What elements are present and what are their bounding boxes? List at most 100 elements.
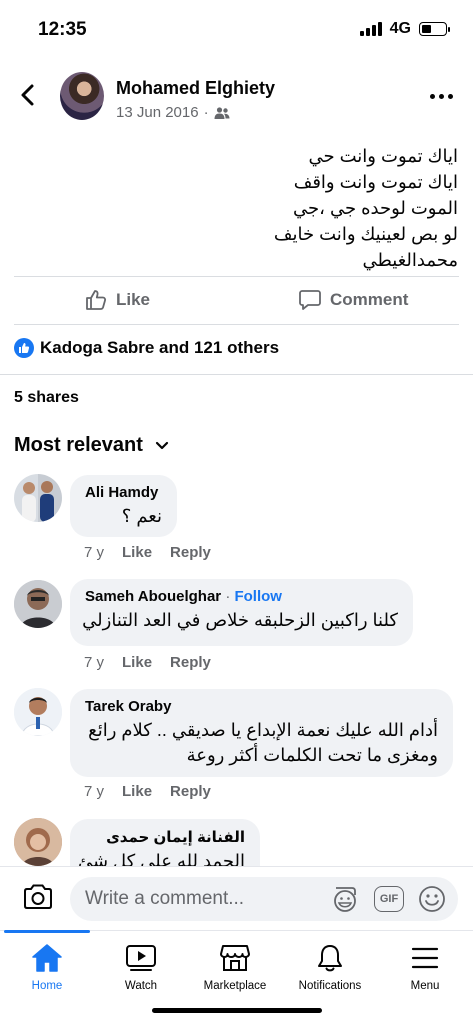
post-text: اياك تموت وانت حي اياك تموت وانت واقف ال… bbox=[18, 143, 458, 273]
tab-watch[interactable]: Watch bbox=[94, 931, 188, 1001]
friends-audience-icon[interactable] bbox=[214, 106, 230, 120]
post-author-name[interactable]: Mohamed Elghiety bbox=[116, 78, 275, 99]
more-dot-icon bbox=[439, 94, 444, 99]
gif-button[interactable]: GIF bbox=[374, 886, 404, 912]
post-header: Mohamed Elghiety 13 Jun 2016 · bbox=[0, 68, 473, 124]
emoji-icon[interactable] bbox=[418, 885, 446, 913]
tab-label: Home bbox=[31, 980, 63, 992]
post-text-line: محمدالغيطي bbox=[362, 250, 458, 270]
tab-home[interactable]: Home bbox=[0, 930, 94, 1001]
tab-label: Notifications bbox=[298, 980, 362, 992]
signal-icon bbox=[359, 22, 382, 36]
comment-bubble[interactable]: الفنانة إيمان حمدى الحمد لله على كل شئ bbox=[70, 819, 260, 866]
commenter-name[interactable]: Tarek Oraby bbox=[85, 698, 438, 715]
comment-like-button[interactable]: Like bbox=[122, 654, 152, 671]
divider bbox=[14, 276, 459, 277]
comment-text: كلنا راكبين الزحلبقه خلاص في العد التناز… bbox=[82, 610, 398, 630]
comment-bubble[interactable]: Sameh Abouelghar · Follow كلنا راكبين ال… bbox=[70, 579, 413, 646]
comment-placeholder: Write a comment... bbox=[85, 888, 245, 909]
reactions-summary[interactable]: Kadoga Sabre and 121 others bbox=[14, 338, 279, 358]
comment-text: نعم ؟ bbox=[121, 506, 162, 526]
bell-icon bbox=[318, 945, 342, 972]
marketplace-icon bbox=[220, 945, 250, 971]
menu-icon bbox=[411, 947, 439, 969]
comment-icon bbox=[299, 290, 321, 310]
comment-text: الحمد لله على كل شئ bbox=[77, 851, 245, 866]
comment-label: Comment bbox=[330, 290, 409, 309]
comment-age: 7 y bbox=[84, 783, 105, 800]
post-text-line: لو بص لعينيك وانت خايف bbox=[273, 224, 458, 244]
comment-meta: 7 y Like Reply bbox=[84, 544, 211, 561]
comment-text-line: ومغزى ما تحت الكلمات أكثر روعة bbox=[186, 745, 438, 765]
comment-like-button[interactable]: Like bbox=[122, 544, 152, 561]
commenter-name[interactable]: Ali Hamdy bbox=[85, 484, 162, 501]
reactions-text: Kadoga Sabre and 121 others bbox=[40, 338, 280, 357]
author-avatar[interactable] bbox=[60, 72, 104, 120]
tab-notifications[interactable]: Notifications bbox=[283, 931, 377, 1001]
commenter-avatar[interactable] bbox=[14, 818, 62, 866]
composer-tools: GIF bbox=[330, 884, 446, 914]
name-separator: · bbox=[225, 588, 231, 605]
commenter-name[interactable]: Sameh Abouelghar bbox=[85, 588, 221, 605]
tab-label: Watch bbox=[124, 980, 158, 992]
like-button[interactable]: Like bbox=[84, 288, 150, 312]
comment-reply-button[interactable]: Reply bbox=[170, 654, 211, 671]
network-type: 4G bbox=[389, 20, 411, 37]
tab-marketplace[interactable]: Marketplace bbox=[188, 931, 282, 1001]
comment-input[interactable]: Write a comment... GIF bbox=[70, 877, 458, 921]
comment-composer: Write a comment... GIF bbox=[0, 866, 473, 930]
camera-icon bbox=[24, 884, 52, 909]
post-meta: 13 Jun 2016 · bbox=[116, 104, 230, 121]
commenter-name-row: Sameh Abouelghar · Follow bbox=[85, 588, 398, 605]
more-dot-icon bbox=[430, 94, 435, 99]
tab-menu[interactable]: Menu bbox=[378, 931, 472, 1001]
sort-label: Most relevant bbox=[14, 434, 143, 456]
comment-button[interactable]: Comment bbox=[298, 288, 408, 312]
comment-age: 7 y bbox=[84, 654, 105, 671]
camera-button[interactable] bbox=[22, 883, 54, 916]
tab-label: Menu bbox=[410, 980, 440, 992]
commenter-avatar[interactable] bbox=[14, 580, 62, 628]
divider bbox=[0, 374, 473, 375]
post-date[interactable]: 13 Jun 2016 bbox=[116, 104, 199, 121]
comment-meta: 7 y Like Reply bbox=[84, 654, 211, 671]
more-options-button[interactable] bbox=[430, 94, 453, 99]
comment-meta: 7 y Like Reply bbox=[84, 783, 211, 800]
comment-text-line: أدام الله عليك نعمة الإبداع يا صديقي .. … bbox=[88, 720, 438, 740]
status-indicators: 4G bbox=[359, 20, 450, 38]
comment-age: 7 y bbox=[84, 544, 105, 561]
post-text-line: اياك تموت وانت حي bbox=[308, 146, 458, 166]
avatar-sticker-icon[interactable] bbox=[330, 884, 360, 914]
home-indicator bbox=[152, 1008, 322, 1013]
watch-icon bbox=[126, 945, 156, 971]
commenter-avatar[interactable] bbox=[14, 474, 62, 522]
follow-button[interactable]: Follow bbox=[234, 588, 282, 605]
thumbs-up-icon bbox=[86, 290, 107, 310]
comment-item: الفنانة إيمان حمدى الحمد لله على كل شئ bbox=[0, 818, 473, 866]
divider bbox=[14, 324, 459, 325]
home-icon bbox=[32, 944, 62, 972]
comment-bubble[interactable]: Tarek Oraby أدام الله عليك نعمة الإبداع … bbox=[70, 689, 453, 777]
status-time: 12:35 bbox=[38, 19, 87, 40]
meta-separator: · bbox=[203, 104, 209, 121]
tab-label: Marketplace bbox=[203, 980, 267, 992]
commenter-name[interactable]: الفنانة إيمان حمدى bbox=[85, 828, 245, 846]
post-text-line: الموت لوحده جي ،جي bbox=[293, 198, 458, 218]
comment-reply-button[interactable]: Reply bbox=[170, 783, 211, 800]
chevron-left-icon bbox=[21, 84, 34, 106]
battery-icon bbox=[419, 22, 450, 36]
like-reaction-icon bbox=[14, 338, 34, 358]
back-button[interactable] bbox=[16, 82, 40, 108]
gif-label: GIF bbox=[379, 893, 399, 905]
comment-bubble[interactable]: Ali Hamdy نعم ؟ bbox=[70, 475, 177, 537]
post-actions: Like Comment bbox=[0, 278, 473, 324]
status-bar: 12:35 4G bbox=[0, 0, 473, 60]
shares-count[interactable]: 5 shares bbox=[14, 389, 79, 407]
more-dot-icon bbox=[448, 94, 453, 99]
post-text-line: اياك تموت وانت واقف bbox=[293, 172, 458, 192]
comment-sort-dropdown[interactable]: Most relevant bbox=[14, 434, 169, 457]
comment-like-button[interactable]: Like bbox=[122, 783, 152, 800]
comment-reply-button[interactable]: Reply bbox=[170, 544, 211, 561]
commenter-avatar[interactable] bbox=[14, 688, 62, 736]
chevron-down-icon bbox=[155, 441, 169, 449]
